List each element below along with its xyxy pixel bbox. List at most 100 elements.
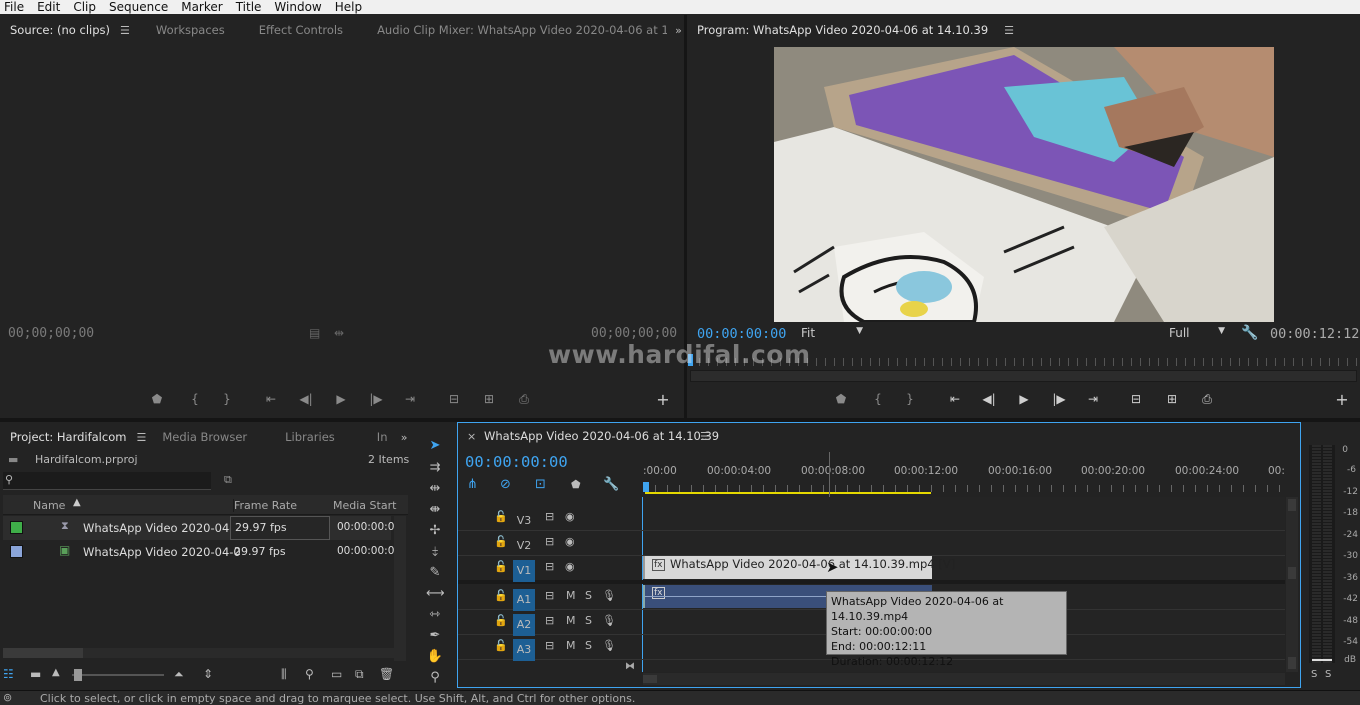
lift-icon[interactable]: ⊟: [1127, 391, 1145, 407]
sync-lock-icon[interactable]: ⊟: [545, 589, 554, 602]
sort-order-icon[interactable]: ⇕: [203, 667, 213, 681]
rolling-edit-tool-icon[interactable]: ⇼: [426, 502, 444, 517]
project-horizontal-scrollbar[interactable]: [3, 648, 406, 658]
menu-title[interactable]: Title: [236, 0, 262, 14]
menu-sequence[interactable]: Sequence: [109, 0, 168, 14]
item-frame-rate[interactable]: 29.97 fps: [230, 516, 330, 540]
export-frame-icon[interactable]: ⎙: [1198, 391, 1216, 407]
hand-tool-icon[interactable]: ✋: [426, 649, 444, 664]
quality-dropdown[interactable]: Full ▼: [1169, 326, 1225, 340]
slide-tool-icon[interactable]: ⟷: [426, 586, 445, 601]
nest-icon[interactable]: ⊡: [535, 477, 546, 492]
sync-lock-icon[interactable]: ⊟: [545, 535, 554, 548]
track-target-a2[interactable]: A2: [513, 614, 535, 636]
track-target-a3[interactable]: A3: [513, 639, 535, 661]
time-ruler[interactable]: :00:00 00:00:04:00 00:00:08:00 00:00:12:…: [643, 461, 1285, 497]
solo-button[interactable]: S: [585, 589, 592, 602]
expand-track-icon[interactable]: ⧓: [625, 661, 635, 672]
freeform-view-icon[interactable]: ▲: [52, 667, 60, 678]
eye-icon[interactable]: ◉: [565, 510, 575, 523]
menu-window[interactable]: Window: [274, 0, 321, 14]
pen-tool-icon[interactable]: ⇿: [426, 607, 444, 622]
icon-view-icon[interactable]: ▬: [30, 667, 41, 681]
selection-tool-icon[interactable]: ➤: [426, 438, 444, 453]
slip-tool-icon[interactable]: ✎: [426, 565, 444, 580]
column-header-name[interactable]: Name: [33, 499, 65, 512]
tab-sequence[interactable]: WhatsApp Video 2020-04-06 at 14.10.39: [484, 429, 719, 443]
go-to-out-icon[interactable]: ⇥: [1084, 391, 1102, 407]
new-search-bin-icon[interactable]: ⧉: [224, 473, 232, 487]
lock-icon[interactable]: 🔓: [494, 535, 508, 548]
mute-button[interactable]: M: [566, 639, 576, 652]
label-color-swatch[interactable]: [10, 545, 23, 558]
tab-libraries[interactable]: Libraries: [275, 430, 367, 444]
list-view-icon[interactable]: ☷: [3, 667, 14, 681]
program-video-frame[interactable]: [774, 47, 1274, 322]
snap-icon[interactable]: ⋔: [467, 477, 478, 492]
item-media-start[interactable]: 00:00:00:0: [337, 521, 394, 533]
menu-edit[interactable]: Edit: [37, 0, 60, 14]
playhead-icon[interactable]: [643, 482, 649, 492]
microphone-icon[interactable]: 🎙: [602, 639, 616, 652]
work-area-bar[interactable]: [645, 492, 931, 494]
project-vertical-scrollbar[interactable]: [394, 516, 406, 661]
sync-lock-icon[interactable]: ⊟: [545, 510, 554, 523]
track-target-v2[interactable]: V2: [513, 535, 535, 557]
more-tabs-icon[interactable]: »: [675, 24, 682, 37]
extract-icon[interactable]: ⊞: [1163, 391, 1181, 407]
razor-tool-icon[interactable]: ⤈: [426, 544, 444, 559]
video-clip[interactable]: fx WhatsApp Video 2020-04-06 at 14.10.39…: [643, 556, 955, 579]
export-frame-icon[interactable]: ⎙: [515, 391, 533, 407]
microphone-icon[interactable]: 🎙: [602, 614, 616, 627]
timeline-settings-icon[interactable]: 🔧: [603, 477, 619, 492]
track-target-v3[interactable]: V3: [513, 510, 535, 532]
meter-solo-left-button[interactable]: S: [1311, 669, 1317, 680]
go-to-in-icon[interactable]: ⇤: [262, 391, 280, 407]
wrench-icon[interactable]: 🔧: [1241, 325, 1258, 341]
zoom-slider[interactable]: [72, 669, 164, 681]
search-input[interactable]: [3, 472, 211, 490]
source-filmstrip-icon[interactable]: ▤: [309, 326, 320, 340]
tab-info[interactable]: In: [367, 430, 393, 444]
tab-project[interactable]: Project: Hardifalcom: [0, 430, 136, 444]
lock-icon[interactable]: 🔓: [494, 614, 508, 627]
tab-media-browser[interactable]: Media Browser: [154, 430, 275, 444]
play-icon[interactable]: ▶: [1015, 391, 1033, 407]
find-icon[interactable]: ⚲: [305, 667, 314, 681]
eye-icon[interactable]: ◉: [565, 535, 575, 548]
timeline-timecode[interactable]: 00:00:00:00: [465, 453, 568, 471]
lock-icon[interactable]: 🔓: [494, 589, 508, 602]
mute-button[interactable]: M: [566, 614, 576, 627]
solo-button[interactable]: S: [585, 614, 592, 627]
source-timecode-right[interactable]: 00;00;00;00: [591, 326, 677, 341]
insert-icon[interactable]: ⊟: [445, 391, 463, 407]
panel-menu-icon[interactable]: ☰: [120, 24, 130, 37]
tab-source[interactable]: Source: (no clips): [0, 23, 120, 37]
item-name[interactable]: WhatsApp Video 2020-04-0: [83, 545, 241, 559]
pen-icon[interactable]: ✒: [426, 628, 444, 643]
new-bin-icon[interactable]: ▭: [331, 667, 342, 681]
step-back-icon[interactable]: ◀|: [297, 391, 315, 407]
trash-icon[interactable]: 🗑: [379, 667, 394, 681]
menu-marker[interactable]: Marker: [181, 0, 222, 14]
new-item-icon[interactable]: ⧉: [355, 667, 364, 682]
lock-icon[interactable]: 🔓: [494, 639, 508, 652]
eye-icon[interactable]: ◉: [565, 560, 575, 573]
lock-icon[interactable]: 🔓: [494, 510, 508, 523]
timeline-menu-icon[interactable]: ☰: [700, 430, 710, 443]
overwrite-icon[interactable]: ⊞: [480, 391, 498, 407]
add-button-icon[interactable]: +: [654, 392, 672, 408]
program-timecode-duration[interactable]: 00:00:12:12: [1270, 326, 1359, 342]
play-icon[interactable]: ▶: [332, 391, 350, 407]
tab-audio-clip-mixer[interactable]: Audio Clip Mixer: WhatsApp Video 2020-04…: [367, 23, 667, 37]
step-back-icon[interactable]: ◀|: [980, 391, 998, 407]
label-color-swatch[interactable]: [10, 521, 23, 534]
list-item[interactable]: ▣ WhatsApp Video 2020-04-0 29.97 fps 00:…: [3, 540, 394, 564]
step-forward-icon[interactable]: |▶: [1050, 391, 1068, 407]
menu-clip[interactable]: Clip: [73, 0, 96, 14]
marker-icon[interactable]: ⬟: [832, 391, 850, 407]
tab-effect-controls[interactable]: Effect Controls: [249, 23, 367, 37]
timeline-vertical-scrollbar[interactable]: [1286, 497, 1298, 672]
track-target-v1[interactable]: V1: [513, 560, 535, 582]
sync-lock-icon[interactable]: ⊟: [545, 560, 554, 573]
